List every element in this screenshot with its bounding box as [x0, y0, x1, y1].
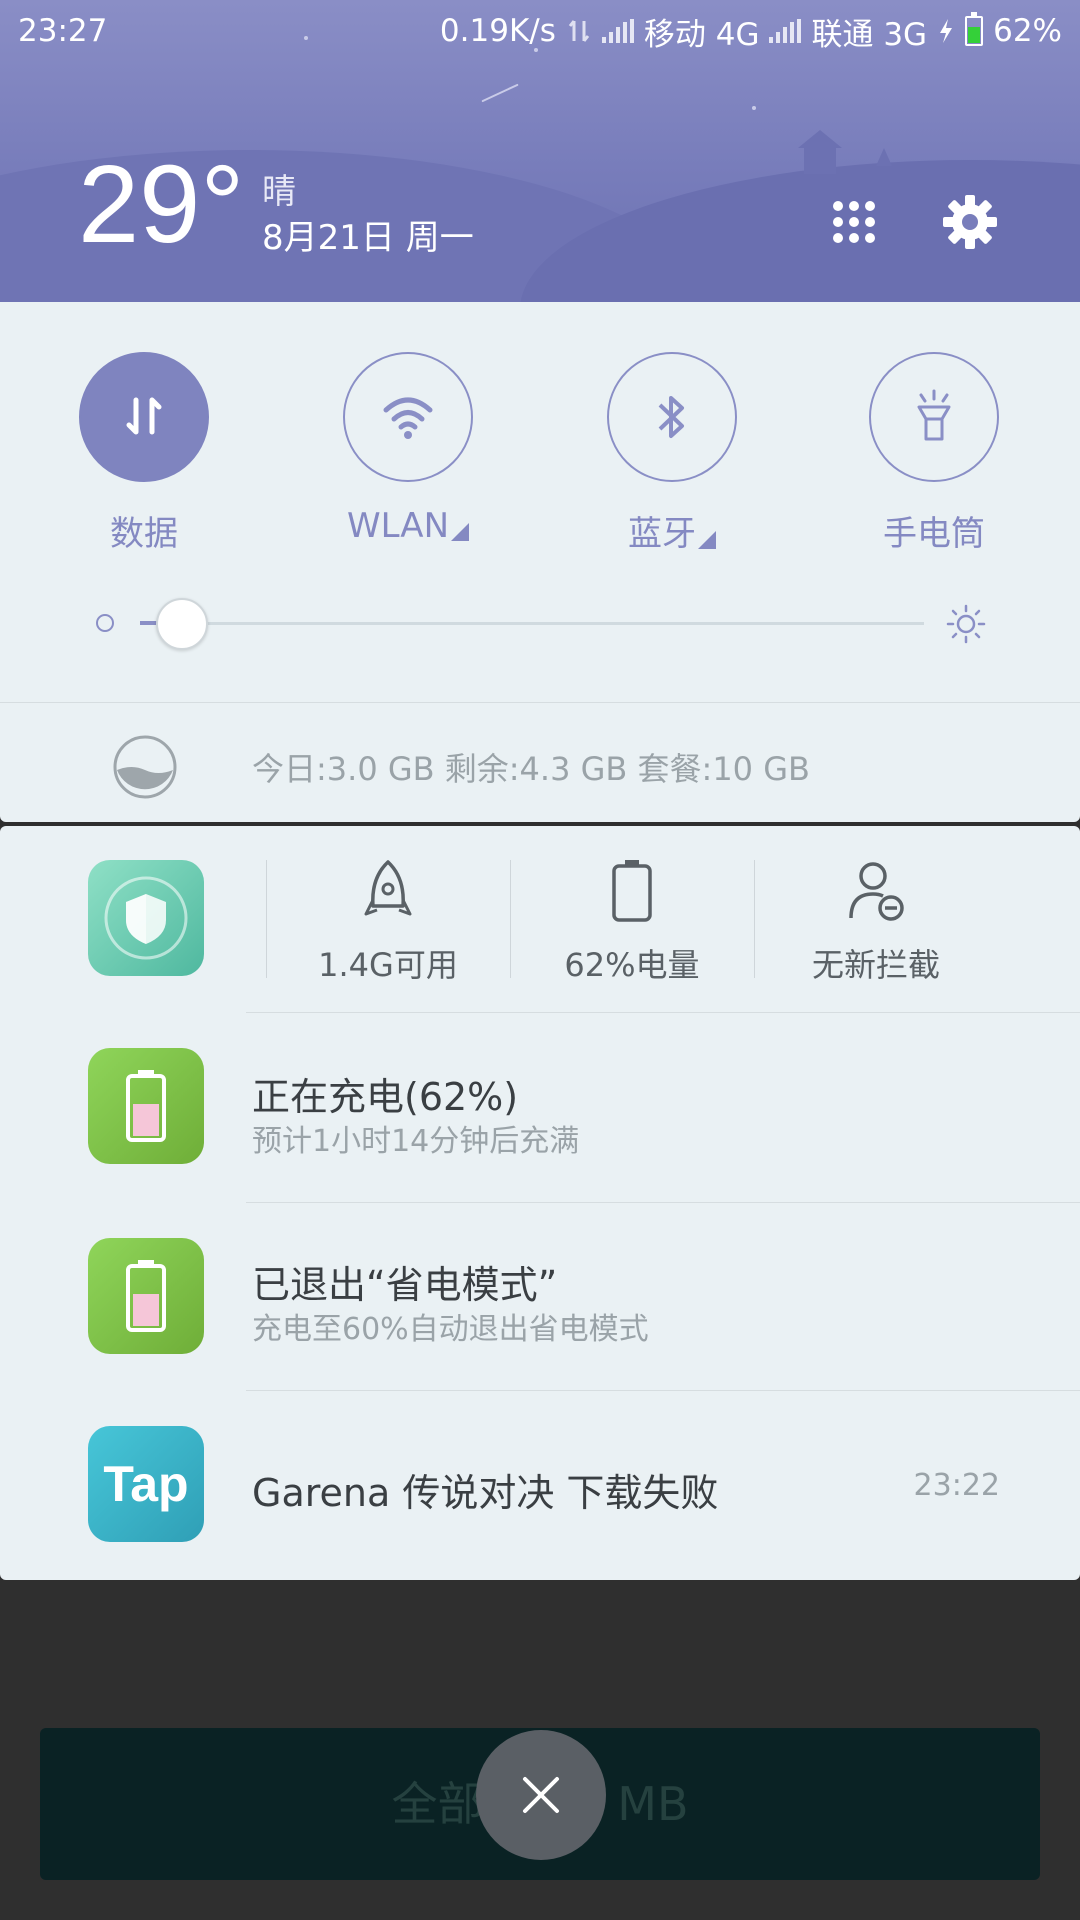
toggle-label-wrap: WLAN [318, 506, 498, 546]
charging-bolt-icon [940, 19, 953, 43]
user-block-icon [849, 862, 904, 921]
divider [246, 1390, 1080, 1391]
expand-triangle-icon [698, 531, 716, 549]
brightness-high-icon [946, 604, 986, 644]
toggle-label: 数据 [110, 514, 178, 554]
toggle-wlan[interactable]: WLAN [318, 352, 498, 546]
carrier-1: 移动 4G [643, 16, 760, 53]
divider [246, 1012, 1080, 1013]
bluetooth-icon [658, 396, 684, 438]
toggle-bluetooth-button[interactable] [607, 352, 737, 482]
shortcut-label: 1.4G可用 [318, 946, 458, 984]
status-time: 23:27 [18, 13, 108, 49]
notification-subtitle: 充电至60%自动退出省电模式 [252, 1312, 649, 1347]
shortcut-memory[interactable]: 1.4G可用 [268, 856, 508, 986]
divider [510, 860, 511, 978]
app-grid-icon[interactable] [824, 192, 884, 252]
battery-icon [612, 860, 652, 922]
toggle-data-button[interactable] [79, 352, 209, 482]
battery-icon [126, 1260, 166, 1332]
status-bar: 23:27 0.19K/s 移动 4G 联通 3G 62% [0, 0, 1080, 62]
brightness-low-icon [96, 614, 114, 632]
battery-icon [965, 12, 984, 46]
wifi-icon [383, 397, 433, 439]
shortcut-label: 无新拦截 [811, 946, 940, 984]
taptap-app-icon: Tap [88, 1426, 204, 1542]
battery-app-icon [88, 1238, 204, 1354]
taptap-logo-text: Tap [103, 1456, 189, 1512]
toggle-label-wrap: 蓝牙 [582, 506, 762, 555]
gear-icon[interactable] [940, 192, 1000, 252]
expand-triangle-icon [451, 523, 470, 541]
notification-panel: 1.4G可用 62%电量 无新拦截 正在充电(62%) 预计1小时14分钟后充满… [0, 826, 1080, 1580]
quick-settings-panel: 数据 WLAN 蓝牙 手电筒 今日:3.0 GB 剩余:4.3 GB 套餐:10… [0, 302, 1080, 822]
star-decor [752, 106, 756, 110]
divider [266, 860, 267, 978]
shield-icon [104, 876, 188, 960]
shortcut-label: 62%电量 [564, 946, 700, 984]
notification-title: Garena 传说对决 下载失败 [252, 1471, 719, 1515]
toggle-flashlight[interactable]: 手电筒 [844, 352, 1024, 555]
network-speed: 0.19K/s [439, 13, 556, 49]
battery-percent: 62% [993, 13, 1062, 49]
toggle-label: WLAN [346, 506, 450, 546]
shortcut-battery[interactable]: 62%电量 [512, 856, 752, 986]
notification-subtitle: 预计1小时14分钟后充满 [252, 1124, 580, 1159]
divider [754, 860, 755, 978]
rocket-icon [364, 860, 412, 916]
toggle-label: 蓝牙 [628, 514, 696, 554]
data-usage-gauge-icon[interactable] [112, 734, 178, 800]
divider [0, 702, 1080, 703]
house-decor [798, 130, 892, 174]
security-shortcuts: 1.4G可用 62%电量 无新拦截 [0, 826, 1080, 1012]
divider [246, 1202, 1080, 1203]
data-transfer-icon [568, 20, 590, 42]
signal-icon [769, 19, 802, 43]
data-usage-text[interactable]: 今日:3.0 GB 剩余:4.3 GB 套餐:10 GB [252, 744, 810, 790]
notification-time: 23:22 [913, 1468, 1000, 1503]
close-icon [523, 1777, 559, 1813]
signal-icon [601, 19, 634, 43]
close-button[interactable] [476, 1730, 606, 1860]
battery-icon [126, 1070, 166, 1142]
date-label: 8月21日 周一 [262, 218, 474, 258]
temperature: 29° [78, 143, 245, 266]
toggle-wlan-button[interactable] [343, 352, 473, 482]
toggle-label: 手电筒 [883, 514, 985, 554]
data-arrows-icon [126, 397, 162, 435]
toggle-bluetooth[interactable]: 蓝牙 [582, 352, 762, 555]
flashlight-icon [917, 389, 951, 441]
carrier-2: 联通 3G [811, 16, 928, 53]
notification-title: 已退出“省电模式” [252, 1263, 558, 1307]
notification-title: 正在充电(62%) [252, 1075, 519, 1119]
weather-condition: 晴 [262, 172, 296, 212]
battery-app-icon [88, 1048, 204, 1164]
brightness-slider-track[interactable] [140, 622, 924, 625]
shooting-star-decor [481, 83, 519, 103]
shortcut-blocklist[interactable]: 无新拦截 [756, 856, 996, 986]
brightness-slider-thumb[interactable] [156, 598, 208, 650]
toggle-flashlight-button[interactable] [869, 352, 999, 482]
toggle-data[interactable]: 数据 [54, 352, 234, 555]
weather-header: 23:27 0.19K/s 移动 4G 联通 3G 62% 29° 晴 8月21… [0, 0, 1080, 302]
security-app-icon[interactable] [88, 860, 204, 976]
